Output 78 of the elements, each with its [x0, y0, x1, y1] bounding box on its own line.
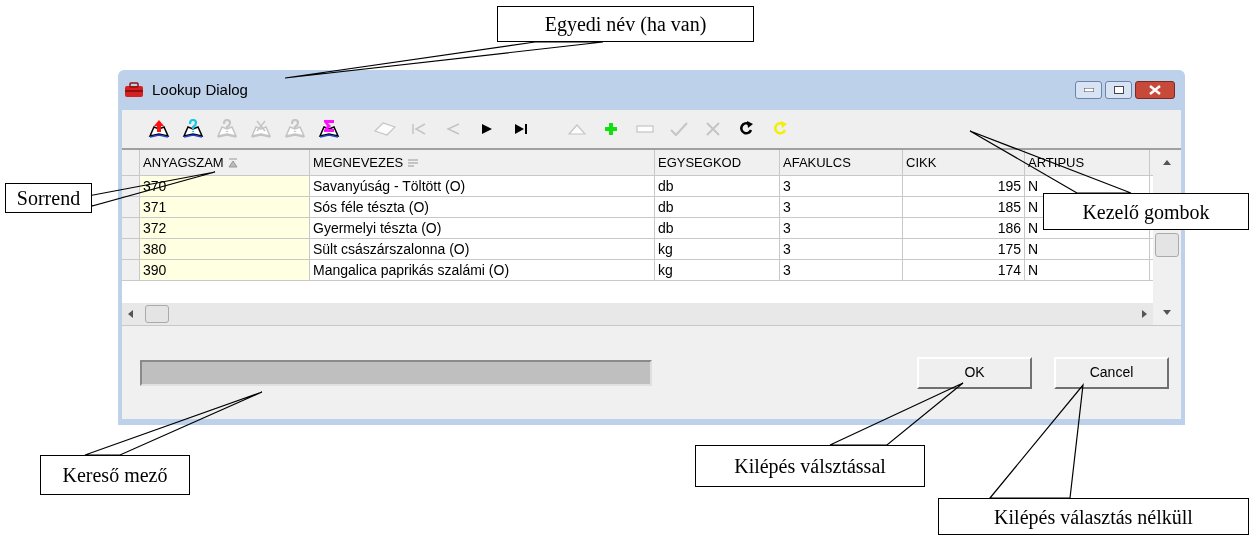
column-label: MEGNEVEZES — [313, 153, 404, 172]
table-cell: db — [655, 218, 780, 238]
scroll-right-icon — [1142, 310, 1147, 318]
scroll-up-icon — [1163, 160, 1171, 165]
scroll-down-icon — [1163, 310, 1171, 315]
book-cross-icon — [250, 119, 272, 139]
table-cell: 371 — [140, 197, 310, 217]
column-header[interactable]: EGYSEGKOD — [655, 150, 780, 175]
table-cell: 3 — [780, 218, 903, 238]
table-cell: Savanyúság - Töltött (O) — [310, 176, 655, 196]
scroll-thumb[interactable] — [145, 305, 169, 323]
previous-icon — [446, 123, 460, 135]
book-question-icon — [216, 119, 238, 139]
scroll-thumb[interactable] — [1155, 233, 1179, 257]
refresh-icon — [773, 121, 789, 137]
book-sigma-icon — [318, 119, 340, 139]
up-triangle-icon — [568, 123, 586, 135]
table-cell: 372 — [140, 218, 310, 238]
column-header[interactable]: AFAKULCS — [780, 150, 903, 175]
table-cell: 380 — [140, 239, 310, 259]
table-cell: 175 — [903, 239, 1025, 259]
close-icon — [1149, 85, 1161, 95]
check-icon — [670, 122, 688, 136]
minimize-button[interactable] — [1075, 81, 1102, 99]
first-icon — [412, 123, 426, 135]
minus-icon — [636, 125, 654, 133]
refresh-icon — [739, 121, 755, 137]
annotation-tooltip: Kereső mező — [40, 455, 190, 495]
minimize-icon — [1083, 88, 1094, 92]
table-cell: Sült császárszalonna (O) — [310, 239, 655, 259]
scroll-left-icon — [128, 310, 133, 318]
column-label: CIKK — [906, 153, 937, 172]
book-arrow-icon — [148, 119, 170, 139]
table-cell: 3 — [780, 176, 903, 196]
horizontal-scrollbar[interactable] — [122, 303, 1153, 325]
table-cell: 3 — [780, 260, 903, 280]
next-icon — [481, 123, 493, 135]
table-cell: 185 — [903, 197, 1025, 217]
window-title: Lookup Dialog — [152, 79, 248, 100]
column-label: EGYSEGKOD — [658, 153, 742, 172]
book-question-icon — [182, 119, 204, 139]
annotation-tooltip: Kilépés válsztással — [695, 445, 925, 487]
table-cell: 195 — [903, 176, 1025, 196]
annotation-tooltip: Kilépés választás nélküll — [938, 498, 1249, 535]
table-cell: 3 — [780, 239, 903, 259]
table-cell: Mangalica paprikás szalámi (O) — [310, 260, 655, 280]
close-button[interactable] — [1135, 81, 1175, 99]
column-header[interactable]: ANYAGSZAM — [140, 150, 310, 175]
table-cell: N — [1025, 260, 1150, 280]
toolbox-icon — [124, 82, 144, 98]
table-cell: 186 — [903, 218, 1025, 238]
table-cell: Sós féle tészta (O) — [310, 197, 655, 217]
table-cell: Gyermelyi tészta (O) — [310, 218, 655, 238]
table-cell: db — [655, 197, 780, 217]
annotation-tooltip: Sorrend — [5, 183, 92, 213]
column-header[interactable]: MEGNEVEZES — [310, 150, 655, 175]
table-cell: kg — [655, 260, 780, 280]
maximize-icon — [1113, 86, 1124, 94]
search-field[interactable] — [140, 359, 652, 386]
column-header[interactable]: CIKK — [903, 150, 1025, 175]
dialog-button[interactable]: Cancel — [1054, 356, 1169, 389]
table-cell: 3 — [780, 197, 903, 217]
column-label: AFAKULCS — [783, 153, 851, 172]
table-cell: N — [1025, 239, 1150, 259]
annotation-tooltip: Egyedi név (ha van) — [497, 6, 754, 42]
last-icon — [514, 123, 528, 135]
table-cell: 390 — [140, 260, 310, 280]
cross-icon — [706, 122, 720, 136]
table-cell: 174 — [903, 260, 1025, 280]
book-question-icon — [284, 119, 306, 139]
annotation-tooltip: Kezelő gombok — [1043, 193, 1249, 230]
eraser-icon — [374, 122, 396, 136]
table-cell: kg — [655, 239, 780, 259]
table-cell: db — [655, 176, 780, 196]
maximize-button[interactable] — [1105, 81, 1132, 99]
plus-icon — [604, 122, 618, 136]
dialog-button[interactable]: OK — [917, 356, 1032, 389]
column-label: ANYAGSZAM — [143, 153, 224, 172]
